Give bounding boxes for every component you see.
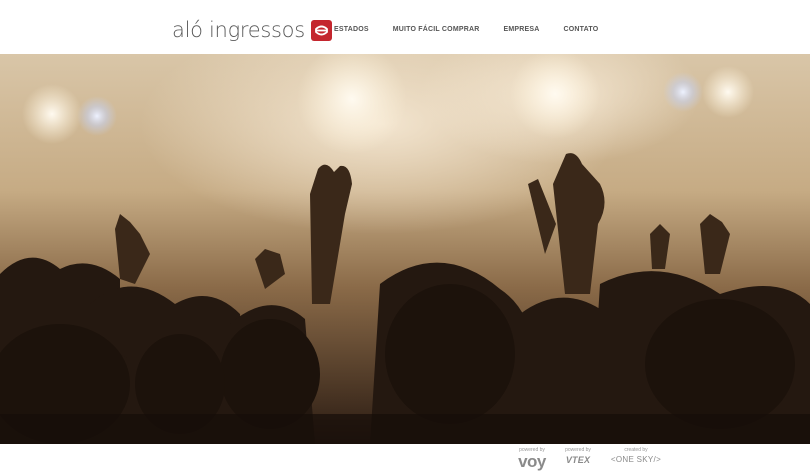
voy-logo: voy [518, 452, 546, 471]
ticket-logo-icon [310, 19, 332, 41]
site-header: aló ingressos ESTADOS MUITO FÁCIL COMPRA… [0, 0, 810, 54]
site-footer: powered by voy powered by VTEX created b… [0, 444, 810, 475]
credit-voy[interactable]: powered by voy [514, 447, 550, 470]
nav-empresa[interactable]: EMPRESA [503, 26, 539, 33]
nav-muito-facil-comprar[interactable]: MUITO FÁCIL COMPRAR [393, 26, 480, 33]
brand-logo[interactable]: aló ingressos [172, 18, 332, 42]
onesky-logo: <ONE SKY/> [610, 455, 662, 464]
main-nav: ESTADOS MUITO FÁCIL COMPRAR EMPRESA CONT… [334, 26, 622, 33]
nav-estados[interactable]: ESTADOS [334, 26, 369, 33]
brand-name: aló ingressos [172, 18, 305, 42]
nav-contato[interactable]: CONTATO [564, 26, 599, 33]
concert-crowd-photo [0, 54, 810, 444]
vtex-logo: VTEX [565, 455, 591, 465]
credit-onesky[interactable]: created by <ONE SKY/> [606, 447, 666, 467]
hero-banner [0, 54, 810, 444]
credit-vtex[interactable]: powered by VTEX [557, 447, 599, 467]
